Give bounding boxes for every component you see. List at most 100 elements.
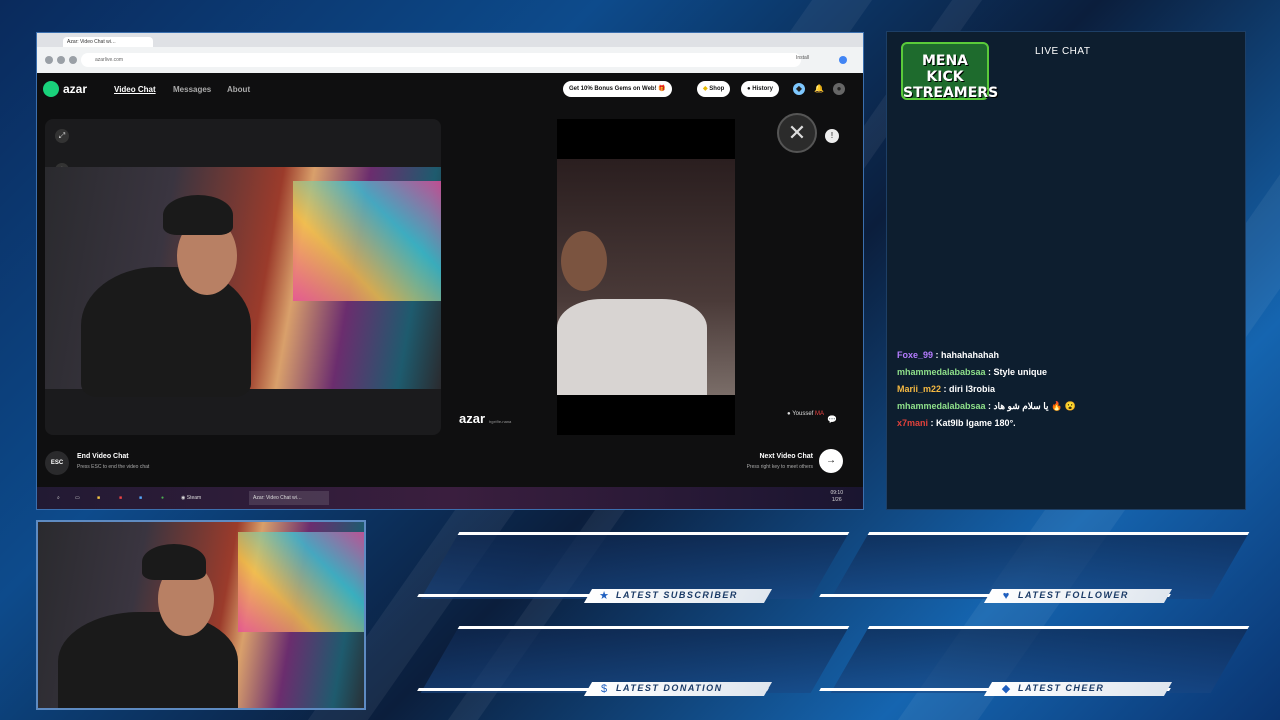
promo-button[interactable]: Get 10% Bonus Gems on Web! 🎁 — [563, 81, 672, 97]
streamer-cap — [163, 195, 233, 235]
app-icon[interactable]: ■ — [135, 491, 146, 505]
history-icon: ● — [747, 86, 751, 92]
streamer-body — [58, 612, 238, 708]
chat-bubble-icon[interactable]: 💬 — [825, 413, 839, 427]
chat-message: Foxe_99 : hahahahahah — [897, 350, 1000, 360]
gems-icon[interactable]: ◆ — [793, 83, 805, 95]
browser-tabbar: Azar: Video Chat wi… — [37, 33, 863, 47]
chat-text: hahahahahah — [941, 350, 1000, 360]
peer-name: Youssef — [792, 411, 814, 417]
controls-bar: ESC End Video Chat Press ESC to end the … — [37, 443, 863, 487]
peer-info[interactable]: ● Youssef MA — [787, 411, 824, 417]
gem-icon: ◆ — [703, 86, 708, 92]
peer-avatar-icon: ● — [787, 411, 791, 417]
chat-username: Marii_m22 — [897, 384, 942, 394]
self-camera-feed — [45, 167, 441, 397]
latest-donation-label: LATEST DONATION — [616, 683, 723, 693]
azar-brand: azar — [63, 82, 88, 96]
file-explorer-icon[interactable]: ■ — [93, 491, 104, 505]
report-icon[interactable]: ! — [825, 129, 839, 143]
address-bar[interactable]: azarlive.com — [81, 53, 801, 67]
latest-subscriber-label: LATEST SUBSCRIBER — [616, 590, 738, 600]
next-chat-title: Next Video Chat — [759, 453, 813, 460]
next-chat-hint: Press right key to meet others — [746, 464, 813, 470]
chat-messages: Foxe_99 : hahahahahah mhammedalababsaa :… — [891, 346, 1243, 436]
graffiti-wall — [238, 532, 364, 632]
clock-time: 09:10 — [830, 490, 843, 496]
screen-capture-window: Azar: Video Chat wi… azarlive.com Instal… — [36, 32, 864, 510]
history-button[interactable]: ● History — [741, 81, 779, 97]
watermark-id: hgxt9e-nana — [489, 419, 512, 424]
diamond-icon: ◆ — [1001, 683, 1011, 695]
logo-text: MENA KICK STREAMERS — [903, 53, 999, 101]
chat-username: mhammedalababsaa — [897, 401, 986, 411]
forward-icon[interactable] — [57, 56, 65, 64]
azar-logo-icon — [43, 81, 59, 97]
chat-username: mhammedalababsaa — [897, 367, 986, 377]
webcam-overlay — [36, 520, 366, 710]
chat-message: x7mani : Kat9lb lgame 180°. — [897, 418, 1016, 428]
peer-face — [561, 231, 607, 291]
user-icon[interactable]: ● — [833, 83, 845, 95]
steam-label: Steam — [186, 495, 202, 501]
graffiti-wall — [293, 181, 441, 301]
self-video-panel: ⤢ ✦ ☺ — [45, 119, 441, 435]
live-chat-panel: MENA KICK STREAMERS LIVE CHAT Foxe_99 : … — [886, 31, 1246, 510]
peer-video-panel: ✕ ! azar hgxt9e-nana ● Youssef MA 💬 — [449, 113, 857, 435]
profile-icon[interactable] — [839, 56, 847, 64]
chat-message: Marii_m22 : diri l3robia — [897, 384, 996, 394]
chat-username: Foxe_99 — [897, 350, 934, 360]
end-chat-title: End Video Chat — [77, 453, 129, 460]
heart-icon: ♥ — [1002, 590, 1010, 602]
browser-chrome: Azar: Video Chat wi… azarlive.com Instal… — [37, 33, 863, 73]
latest-cheer-label: LATEST CHEER — [1018, 683, 1105, 693]
bell-icon[interactable]: 🔔 — [813, 83, 825, 95]
next-chat-button[interactable]: → — [819, 449, 843, 473]
windows-taskbar: ⌕ ▭ ■ ■ ■ ● ◉ Steam Azar: Video Chat wi…… — [37, 487, 863, 509]
reload-icon[interactable] — [69, 56, 77, 64]
search-icon[interactable]: ⌕ — [53, 491, 64, 505]
peer-camera-feed — [557, 159, 735, 395]
chat-text: Style unique — [993, 367, 1048, 377]
live-chat-title: LIVE CHAT — [1035, 46, 1091, 57]
webcam-feed — [38, 522, 364, 708]
nav-about[interactable]: About — [227, 85, 250, 94]
promo-label: Get 10% Bonus Gems on Web! — [569, 86, 657, 92]
chat-text: Kat9lb lgame 180°. — [936, 418, 1016, 428]
browser-tab[interactable]: Azar: Video Chat wi… — [63, 37, 153, 47]
chat-username: x7mani — [897, 418, 929, 428]
fullscreen-icon[interactable]: ⤢ — [55, 129, 69, 143]
mena-kick-logo: MENA KICK STREAMERS — [901, 42, 998, 101]
skip-x-icon[interactable]: ✕ — [777, 113, 817, 153]
streamer-cap — [142, 544, 206, 580]
star-icon: ★ — [599, 590, 609, 602]
steam-icon: ◉ — [181, 495, 186, 501]
end-chat-hint: Press ESC to end the video chat — [77, 464, 150, 470]
install-button[interactable]: Install — [796, 55, 809, 61]
back-icon[interactable] — [45, 56, 53, 64]
chrome-icon[interactable]: ● — [157, 491, 168, 505]
shop-label: Shop — [709, 86, 725, 92]
watermark-brand: azar — [459, 411, 486, 426]
azar-logo[interactable]: azar — [43, 81, 87, 97]
chat-text: diri l3robia — [949, 384, 996, 394]
nav-messages[interactable]: Messages — [173, 85, 211, 94]
chat-message: mhammedalababsaa : Style unique — [897, 367, 1048, 377]
peer-video — [557, 119, 735, 435]
task-view-icon[interactable]: ▭ — [71, 491, 84, 505]
azar-watermark: azar hgxt9e-nana — [459, 411, 511, 426]
esc-button[interactable]: ESC — [45, 451, 69, 475]
dollar-icon: $ — [600, 683, 608, 695]
taskbar-steam[interactable]: ◉ Steam — [177, 491, 245, 505]
taskbar-chrome-window[interactable]: Azar: Video Chat wi… — [249, 491, 329, 505]
app-icon[interactable]: ■ — [115, 491, 126, 505]
peer-shirt — [557, 299, 707, 395]
peer-country: MA — [815, 411, 824, 417]
chrome-window-label: Azar: Video Chat wi… — [253, 495, 302, 501]
latest-follower-label: LATEST FOLLOWER — [1018, 590, 1129, 600]
shop-button[interactable]: ◆ Shop — [697, 81, 731, 97]
chat-message: mhammedalababsaa : يا سلام شو هاد 🔥 😮 — [897, 401, 1076, 411]
clock-date: 1/26 — [831, 497, 842, 503]
system-clock[interactable]: 09:10 1/26 — [830, 490, 843, 504]
nav-video-chat[interactable]: Video Chat — [114, 85, 156, 94]
